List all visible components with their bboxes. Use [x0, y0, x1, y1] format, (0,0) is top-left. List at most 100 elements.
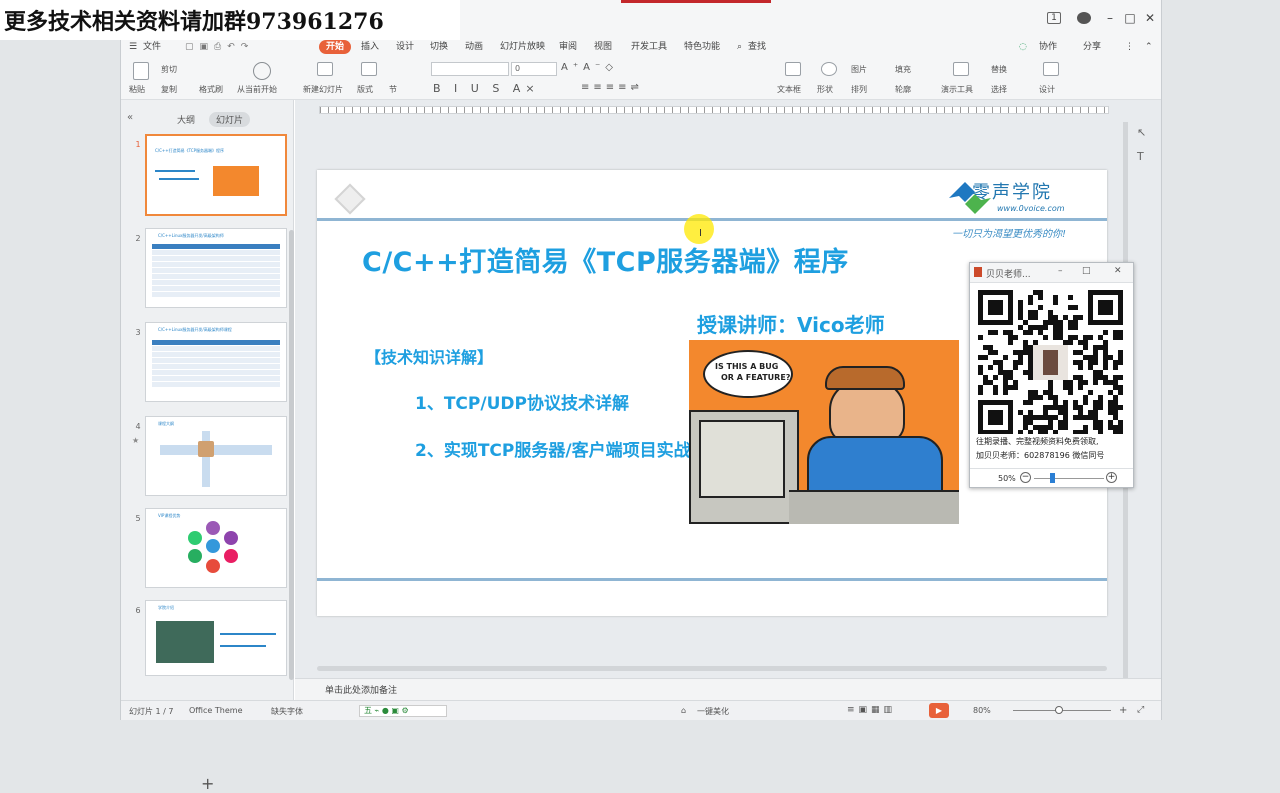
arrange-button[interactable]: 排列 [851, 84, 867, 95]
picture-button[interactable]: 图片 [851, 64, 867, 75]
quick-access-icons[interactable]: ▢▣⎙↶↷ [185, 40, 254, 54]
fill-button[interactable]: 填充 [895, 64, 911, 75]
presenter-tools-icon[interactable] [953, 62, 969, 76]
horizontal-scrollbar[interactable] [317, 666, 1107, 671]
qr-module [1018, 350, 1023, 355]
zoom-in-icon[interactable]: + [1119, 705, 1127, 716]
collab-button[interactable]: 协作 [1039, 40, 1057, 54]
select-button[interactable]: 选择 [991, 84, 1007, 95]
qr-module [1043, 430, 1048, 434]
cut-button[interactable]: 剪切 [161, 64, 177, 75]
slide-thumb-1[interactable]: C/C++打造简易《TCP服务器端》程序 [145, 134, 287, 216]
design-icon[interactable] [1043, 62, 1059, 76]
page-count-icon[interactable]: 1 [1047, 12, 1061, 24]
avatar[interactable] [1077, 12, 1091, 24]
qr-module [1003, 390, 1008, 395]
zoom-slider-thumb[interactable] [1055, 706, 1063, 714]
hamburger-icon[interactable]: ☰ [129, 40, 137, 54]
qr-popup-window[interactable]: 贝贝老师... – □ ✕ 往期录播、完整视频资料免费领取, 加贝贝老师：602… [969, 262, 1134, 488]
new-slide-button[interactable]: 新建幻灯片 [303, 84, 343, 95]
tab-home[interactable]: 开始 [319, 40, 352, 54]
slide-thumb-3[interactable]: C/C++Linux服务器开发/高级架构师课程 [145, 322, 287, 402]
qr-module [1098, 425, 1103, 430]
collapse-ribbon-icon[interactable]: ⌃ [1145, 40, 1153, 54]
play-from-current-label[interactable]: 从当前开始 [237, 84, 277, 95]
side-text-icon[interactable]: T [1137, 150, 1144, 163]
beautify-icon[interactable]: ⌂ [681, 706, 686, 715]
paste-label[interactable]: 粘贴 [129, 84, 145, 95]
qr-minimize-icon[interactable]: – [1058, 266, 1063, 276]
design-button[interactable]: 设计 [1039, 84, 1055, 95]
menu-file[interactable]: 文件 [143, 40, 161, 54]
beautify-button[interactable]: 一键美化 [697, 706, 729, 717]
fit-window-icon[interactable]: ⤢ [1137, 705, 1144, 715]
collapse-panel-icon[interactable]: « [127, 112, 133, 123]
textbox-button[interactable]: 文本框 [777, 84, 801, 95]
slide-thumb-4[interactable]: 课程大纲 [145, 416, 287, 496]
search-command[interactable]: 查找 [748, 40, 766, 54]
qr-module [1063, 415, 1068, 420]
tab-slides[interactable]: 幻灯片 [209, 112, 251, 127]
font-style-icons[interactable]: B I U S A× [433, 82, 540, 95]
copy-button[interactable]: 复制 [161, 84, 177, 95]
tab-features[interactable]: 特色功能 [684, 40, 720, 54]
input-method-bar[interactable]: 五 ⌁ ● ▣ ⚙ [359, 705, 447, 717]
side-tool-icon[interactable]: ↖ [1137, 126, 1146, 139]
tab-outline[interactable]: 大纲 [177, 113, 195, 126]
qr-module [1048, 420, 1053, 425]
add-slide-button[interactable]: + [201, 774, 214, 793]
missing-font-button[interactable]: 缺失字体 [271, 706, 303, 717]
textbox-icon[interactable] [785, 62, 801, 76]
tab-insert[interactable]: 插入 [361, 40, 379, 54]
format-painter-button[interactable]: 格式刷 [199, 84, 223, 95]
qr-module [978, 335, 983, 340]
notes-pane[interactable]: 单击此处添加备注 [295, 678, 1161, 700]
tab-view[interactable]: 视图 [594, 40, 612, 54]
play-slideshow-button[interactable]: ▶ [929, 703, 949, 718]
maximize-button[interactable]: □ [1121, 10, 1139, 26]
qr-close-icon[interactable]: ✕ [1114, 266, 1122, 276]
tab-animation[interactable]: 动画 [465, 40, 483, 54]
qr-module [998, 370, 1003, 375]
font-size-field[interactable]: 0 [511, 62, 557, 76]
layout-icon[interactable] [361, 62, 377, 76]
zoom-level[interactable]: 80% [973, 706, 991, 715]
share-button[interactable]: 分享 [1083, 40, 1101, 54]
shape-icon[interactable] [821, 62, 837, 76]
font-name-field[interactable] [431, 62, 509, 76]
layout-button[interactable]: 版式 [357, 84, 373, 95]
tab-developer[interactable]: 开发工具 [631, 40, 667, 54]
tab-transition[interactable]: 切换 [430, 40, 448, 54]
qr-module [1108, 405, 1113, 410]
presenter-tools-button[interactable]: 演示工具 [941, 84, 973, 95]
slide-thumb-2[interactable]: C/C++Linux服务器开发/高级架构师 [145, 228, 287, 308]
paragraph-icons[interactable]: ≡≡≡≡⇌ [581, 82, 643, 93]
tab-review[interactable]: 审阅 [559, 40, 577, 54]
tab-design[interactable]: 设计 [396, 40, 414, 54]
slide-thumb-6[interactable]: 学院介绍 [145, 600, 287, 676]
sync-icon[interactable]: ◌ [1019, 40, 1027, 54]
minimize-button[interactable]: – [1101, 10, 1119, 26]
qr-zoom-in-icon[interactable]: + [1106, 472, 1117, 483]
more-icon[interactable]: ⋮ [1125, 40, 1134, 54]
slide-thumb-5[interactable]: VIP课程优势 [145, 508, 287, 588]
qr-zoom-slider[interactable] [1034, 478, 1104, 479]
view-mode-icons[interactable]: ≡▣▦▥ [847, 705, 896, 715]
outline-button[interactable]: 轮廓 [895, 84, 911, 95]
section-heading: 【技术知识详解】 [365, 348, 494, 367]
search-icon[interactable]: ⌕ [737, 40, 742, 54]
qr-maximize-icon[interactable]: □ [1082, 266, 1091, 276]
qr-zoom-out-icon[interactable]: − [1020, 472, 1031, 483]
paste-icon[interactable] [133, 62, 149, 80]
section-button[interactable]: 节 [389, 84, 397, 95]
thumb-scrollbar[interactable] [289, 230, 294, 680]
replace-button[interactable]: 替换 [991, 64, 1007, 75]
close-button[interactable]: ✕ [1141, 10, 1159, 26]
qr-module [1033, 310, 1038, 315]
qr-zoom-thumb[interactable] [1050, 473, 1055, 483]
shape-button[interactable]: 形状 [817, 84, 833, 95]
tab-slideshow[interactable]: 幻灯片放映 [500, 40, 545, 54]
play-from-current-icon[interactable] [253, 62, 271, 80]
new-slide-icon[interactable] [317, 62, 333, 76]
font-grow-icons[interactable]: A⁺A⁻◇ [561, 62, 618, 73]
